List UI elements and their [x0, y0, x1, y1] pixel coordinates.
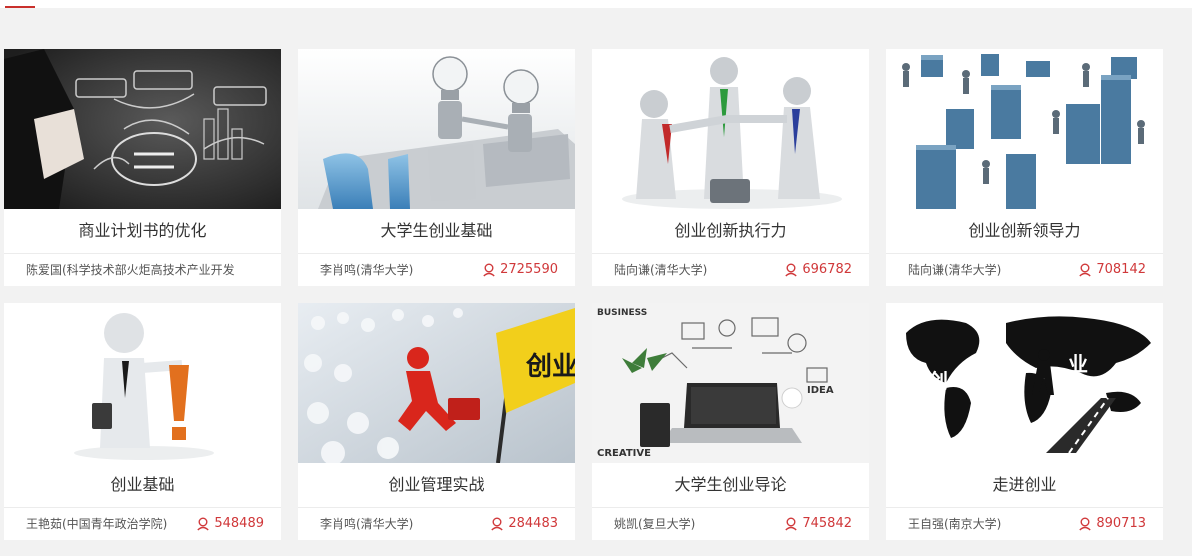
svg-text:BUSINESS: BUSINESS [597, 308, 647, 318]
course-meta: 王艳茹(中国青年政治学院) 548489 [4, 508, 281, 540]
course-title[interactable]: 大学生创业导论 [592, 463, 869, 508]
user-icon [785, 263, 798, 277]
course-meta: 陆向谦(清华大学) 708142 [886, 254, 1163, 286]
view-count: 548489 [196, 508, 264, 540]
world-map-walking-man-image[interactable]: 创 业 [886, 303, 1163, 463]
course-author: 姚凯(复旦大学) [614, 517, 696, 531]
course-grid: 商业计划书的优化 陈爱国(科学技术部火炬高技术产业开发 大学生创业基础 李肖鸣(… [4, 49, 1163, 540]
svg-text:创业: 创业 [525, 352, 575, 382]
top-bar [0, 0, 1192, 8]
view-count-value: 890713 [1096, 516, 1146, 531]
course-meta: 王自强(南京大学) 890713 [886, 508, 1163, 540]
course-card[interactable]: 创业创新领导力 陆向谦(清华大学) 708142 [886, 49, 1163, 286]
course-card[interactable]: 商业计划书的优化 陈爱国(科学技术部火炬高技术产业开发 [4, 49, 281, 286]
view-count: 745842 [784, 508, 852, 540]
course-card[interactable]: 创业创新执行力 陆向谦(清华大学) 696782 [592, 49, 869, 286]
view-count-value: 2725590 [500, 262, 558, 277]
user-icon [1079, 517, 1092, 531]
view-count: 890713 [1078, 508, 1146, 540]
active-tab-underline [5, 6, 35, 8]
figure-with-exclamation-image[interactable] [4, 303, 281, 463]
view-count-value: 745842 [802, 516, 852, 531]
view-count-value: 284483 [508, 516, 558, 531]
course-title[interactable]: 创业创新执行力 [592, 209, 869, 254]
user-icon [197, 517, 210, 531]
laptop-business-doodles-image[interactable]: BUSINESS IDEA CREATIVE [592, 303, 869, 463]
business-lightbulb-robots-image[interactable] [298, 49, 575, 209]
svg-text:IDEA: IDEA [807, 385, 834, 396]
course-title[interactable]: 大学生创业基础 [298, 209, 575, 254]
user-icon [1079, 263, 1092, 277]
svg-text:创: 创 [927, 369, 948, 393]
three-figures-joining-hands-image[interactable] [592, 49, 869, 209]
view-count-value: 696782 [802, 262, 852, 277]
course-author: 李肖鸣(清华大学) [320, 263, 414, 277]
course-meta: 陆向谦(清华大学) 696782 [592, 254, 869, 286]
svg-text:CREATIVE: CREATIVE [597, 448, 651, 459]
course-title[interactable]: 商业计划书的优化 [4, 209, 281, 254]
business-people-on-blocks-image[interactable] [886, 49, 1163, 209]
svg-text:业: 业 [1068, 352, 1088, 376]
course-author: 陆向谦(清华大学) [614, 263, 708, 277]
view-count: 708142 [1078, 254, 1146, 286]
course-meta: 姚凯(复旦大学) 745842 [592, 508, 869, 540]
business-strategy-chalkboard-image[interactable] [4, 49, 281, 209]
course-meta: 李肖鸣(清华大学) 2725590 [298, 254, 575, 286]
course-meta: 陈爱国(科学技术部火炬高技术产业开发 [4, 254, 281, 286]
view-count-value: 708142 [1096, 262, 1146, 277]
course-author: 陆向谦(清华大学) [908, 263, 1002, 277]
course-title[interactable]: 走进创业 [886, 463, 1163, 508]
user-icon [483, 263, 495, 277]
course-card[interactable]: 创 业 走进创业 王自强(南京大学) 890713 [886, 303, 1163, 540]
red-runner-chuangye-sign-image[interactable]: 创业 [298, 303, 575, 463]
view-count-value: 548489 [214, 516, 264, 531]
view-count: 696782 [784, 254, 852, 286]
course-card[interactable]: 大学生创业基础 李肖鸣(清华大学) 2725590 [298, 49, 575, 286]
course-author: 李肖鸣(清华大学) [320, 517, 414, 531]
view-count: 2725590 [482, 254, 558, 286]
course-author: 王艳茹(中国青年政治学院) [26, 517, 168, 531]
user-icon [785, 517, 798, 531]
course-card[interactable]: 创业基础 王艳茹(中国青年政治学院) 548489 [4, 303, 281, 540]
course-title[interactable]: 创业管理实战 [298, 463, 575, 508]
user-icon [491, 517, 504, 531]
course-title[interactable]: 创业基础 [4, 463, 281, 508]
course-title[interactable]: 创业创新领导力 [886, 209, 1163, 254]
course-author: 王自强(南京大学) [908, 517, 1002, 531]
view-count: 284483 [490, 508, 558, 540]
course-card[interactable]: BUSINESS IDEA CREATIVE 大学生创业导论 姚凯(复旦大学) … [592, 303, 869, 540]
course-author: 陈爱国(科学技术部火炬高技术产业开发 [26, 263, 235, 277]
course-meta: 李肖鸣(清华大学) 284483 [298, 508, 575, 540]
course-card[interactable]: 创业 创业管理实战 李肖鸣(清华大学) 284483 [298, 303, 575, 540]
